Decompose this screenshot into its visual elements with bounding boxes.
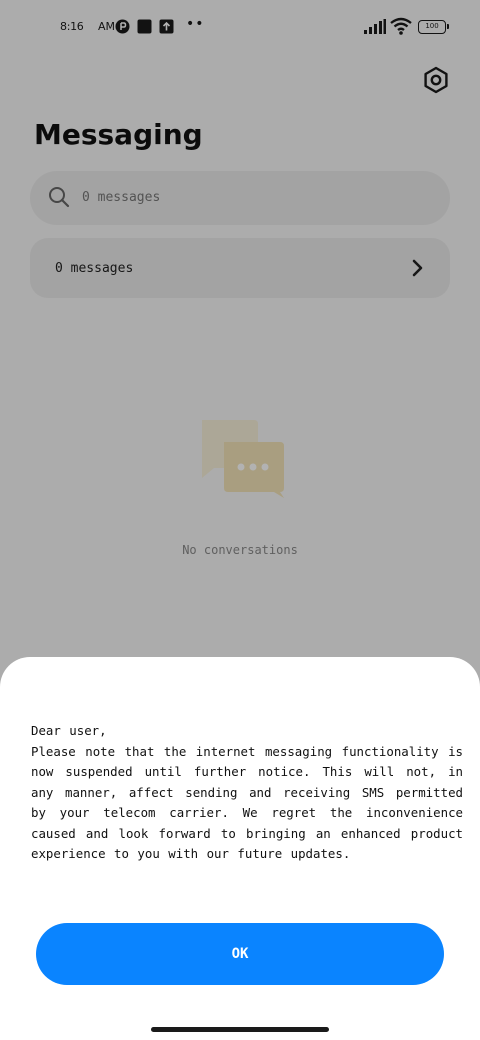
home-indicator[interactable] xyxy=(151,1027,329,1032)
notice-text: Dear user, Please note that the internet… xyxy=(31,721,463,865)
notice-dialog: Dear user, Please note that the internet… xyxy=(0,657,480,1040)
ok-button[interactable]: OK xyxy=(36,923,444,985)
notice-greeting: Dear user, xyxy=(31,723,107,738)
notice-body: Please note that the internet messaging … xyxy=(31,743,463,862)
